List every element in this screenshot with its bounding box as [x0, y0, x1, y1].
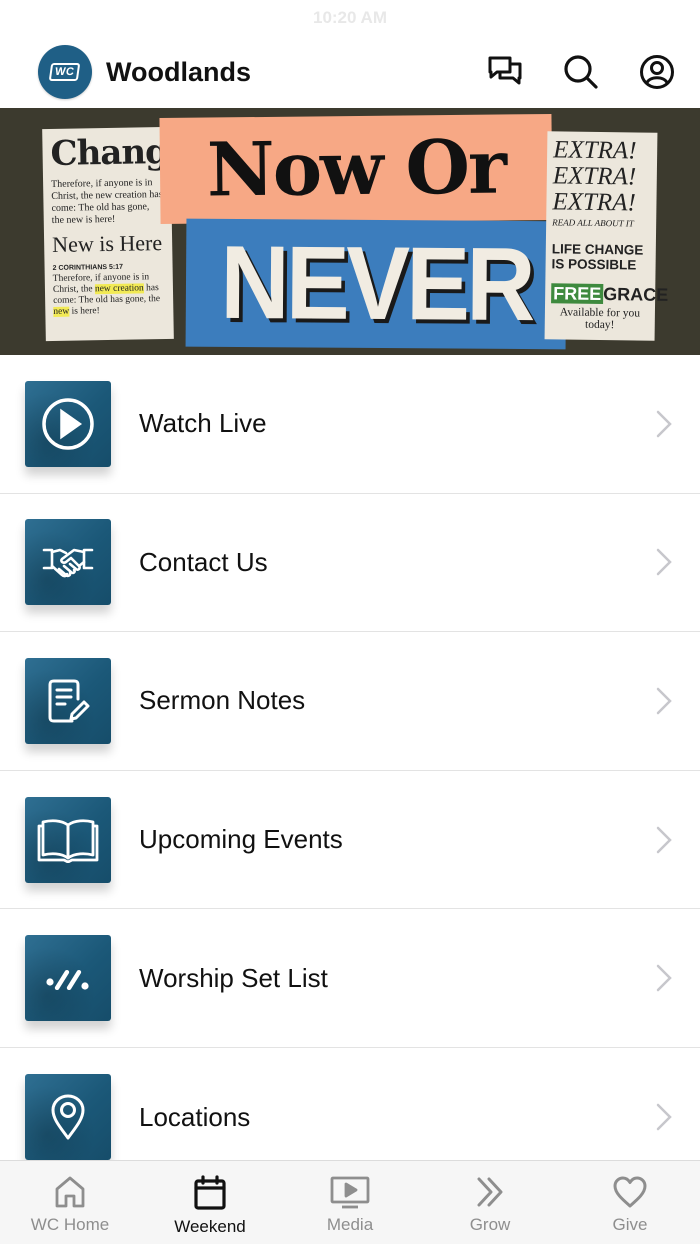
tab-give[interactable]: Give [560, 1161, 700, 1244]
menu-thumb-worship-set-list [25, 935, 111, 1022]
banner-left-body-2: Therefore, if anyone is in Christ, the n… [52, 272, 161, 317]
banner-left-clipping: Change Therefore, if anyone is in Christ… [42, 126, 189, 342]
menu-label: Contact Us [139, 546, 268, 577]
tab-wc-home[interactable]: WC Home [0, 1161, 140, 1244]
tab-weekend[interactable]: Weekend [140, 1161, 280, 1244]
banner-change-headline: Change [50, 131, 189, 174]
app-header: WC Woodlands [0, 36, 700, 108]
menu-item-contact-us[interactable]: Contact Us [0, 493, 700, 633]
tab-label: Grow [469, 1215, 511, 1234]
menu-item-watch-live[interactable]: Watch Live [0, 355, 700, 494]
double-chevron-icon [477, 1177, 503, 1207]
banner-extra-2: EXTRA! [552, 162, 637, 191]
app-title: Woodlands [106, 56, 251, 87]
menu-thumb-watch-live [25, 380, 111, 467]
open-book-icon [37, 818, 99, 863]
search-icon[interactable] [562, 53, 600, 91]
location-pin-icon [51, 1094, 85, 1140]
chevron-right-icon [656, 826, 672, 853]
menu-label: Sermon Notes [139, 685, 306, 716]
chevron-right-icon [656, 687, 672, 715]
menu-label: Watch Live [139, 408, 267, 439]
banner-title-top: Now Or [159, 113, 553, 225]
menu-item-upcoming-events[interactable]: Upcoming Events [0, 770, 700, 910]
menu-thumb-locations [25, 1074, 111, 1161]
notes-edit-icon [48, 679, 90, 723]
tab-label: Media [326, 1215, 374, 1234]
menu-label: Worship Set List [139, 962, 328, 993]
banner-extra-1: EXTRA! [553, 136, 637, 165]
heart-icon [613, 1176, 647, 1208]
menu-thumb-sermon-notes [25, 657, 111, 744]
tab-media[interactable]: Media [280, 1161, 420, 1244]
menu-thumb-upcoming-events [25, 796, 111, 883]
home-icon [55, 1176, 85, 1208]
banner-title-never: NEVER [219, 224, 533, 343]
banner-free-grace: FREEGRACE [551, 283, 669, 305]
banner-life-change: LIFE CHANGE IS POSSIBLE [551, 241, 644, 273]
play-icon [42, 398, 94, 450]
sermon-series-banner[interactable]: Change Therefore, if anyone is in Christ… [0, 108, 700, 355]
media-play-icon [330, 1176, 370, 1209]
banner-scripture-ref: 2 CORINTHIANS 5:17 [52, 263, 124, 272]
chevron-right-icon [656, 549, 672, 576]
status-bar: 10:20 AM [0, 0, 700, 36]
menu-label: Locations [139, 1101, 251, 1132]
banner-title-now-or: Now Or [206, 124, 506, 214]
banner-new-is-here: New is Here [51, 230, 163, 257]
menu-thumb-contact-us [25, 519, 111, 606]
tab-bar: WC Home Weekend Media Grow Give [0, 1160, 700, 1244]
weekend-menu: Watch Live Contact Us Sermon Notes Upcom… [0, 355, 700, 1187]
header-actions [486, 53, 676, 91]
chat-icon[interactable] [486, 53, 524, 91]
chevron-right-icon [656, 964, 672, 992]
app-logo[interactable]: WC [38, 45, 92, 99]
logo-text: WC [49, 63, 81, 81]
banner-title-bottom: NEVER [185, 218, 567, 350]
banner-read-all: READ ALL ABOUT IT [552, 217, 634, 229]
menu-item-sermon-notes[interactable]: Sermon Notes [0, 632, 700, 771]
banner-left-body: Therefore, if anyone is in Christ, the n… [51, 177, 163, 226]
set-list-icon [46, 970, 89, 991]
banner-extra-3: EXTRA! [552, 188, 636, 217]
tab-label: Weekend [174, 1217, 246, 1236]
menu-label: Upcoming Events [139, 824, 343, 855]
calendar-icon [194, 1175, 226, 1210]
menu-item-worship-set-list[interactable]: Worship Set List [0, 909, 700, 1048]
account-icon[interactable] [638, 53, 676, 91]
tab-label: Give [612, 1215, 648, 1234]
chevron-right-icon [656, 410, 672, 438]
tab-label: WC Home [30, 1215, 110, 1234]
tab-grow[interactable]: Grow [420, 1161, 560, 1244]
status-time: 10:20 AM [312, 8, 387, 27]
handshake-icon [42, 549, 94, 578]
banner-right-clipping: EXTRA! EXTRA! EXTRA! READ ALL ABOUT IT L… [544, 131, 669, 341]
banner-available: Available for you today! [559, 306, 641, 332]
chevron-right-icon [656, 1104, 672, 1131]
